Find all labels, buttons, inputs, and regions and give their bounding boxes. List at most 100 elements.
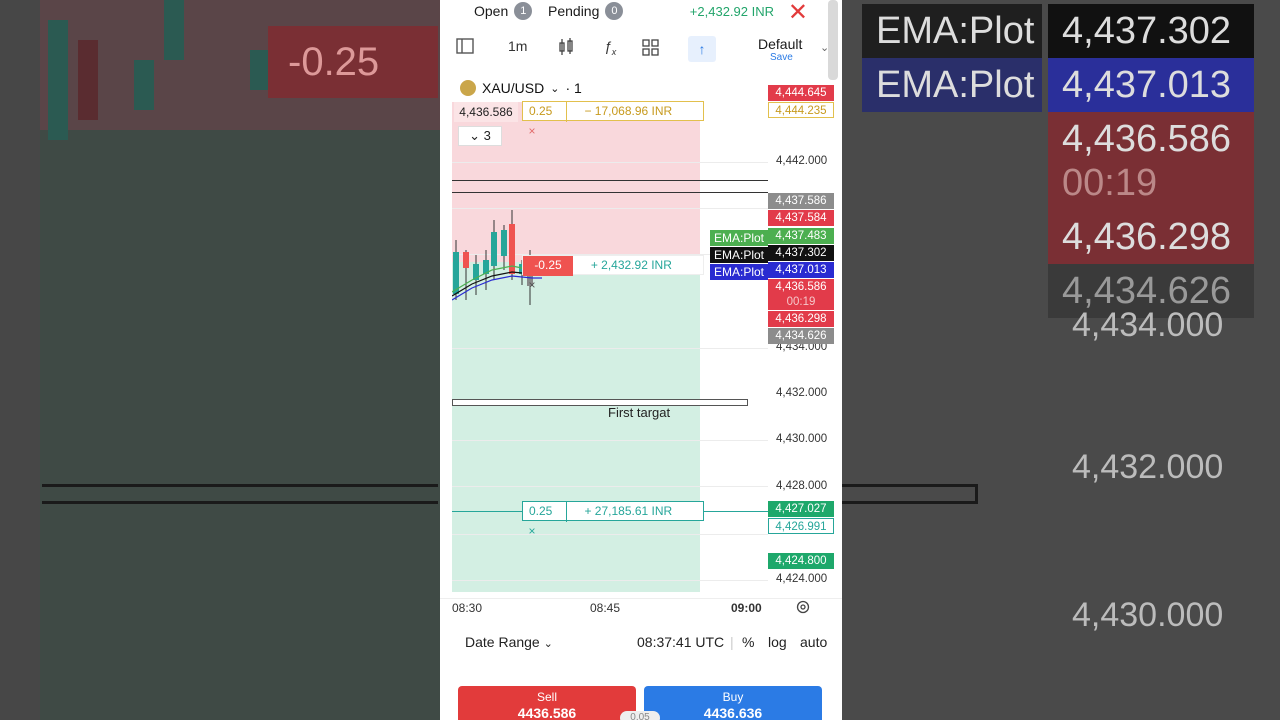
indicators-collapse[interactable]: ⌄ 3 (458, 126, 502, 146)
sell-button[interactable]: Sell 4436.586 (458, 686, 636, 720)
time-axis[interactable]: 08:30 08:45 09:00 (440, 598, 842, 622)
price-tag: 4,437.586 (768, 193, 834, 209)
last-price-tag: 4,436.586 (454, 102, 518, 122)
high-price-tag: 4,444.645 (768, 85, 834, 101)
price-axis[interactable]: 4,442.000 4,434.000 4,432.000 4,430.000 … (768, 80, 834, 600)
ema-price-tag: 4,437.483 (768, 228, 834, 244)
pending-count-badge: 0 (605, 2, 624, 20)
background-left-panel: -0.25 (0, 0, 440, 720)
close-icon[interactable]: ✕ (788, 0, 808, 27)
tp-qty: 0.25 (523, 502, 567, 522)
positions-bar: Open 1 Pending 0 +2,432.92 INR ✕ (440, 0, 842, 26)
price-tag: 4,436.298 (768, 311, 834, 327)
bg-axis-value: 4,434.000 (1072, 306, 1224, 344)
symbol-interval: · 1 (565, 80, 582, 96)
gold-coin-icon (460, 80, 476, 96)
horizontal-line[interactable] (452, 192, 768, 193)
indicators-icon[interactable]: ƒx (604, 38, 616, 57)
current-price-tag: 4,436.586 (768, 279, 834, 295)
ema-label: EMA:Plot (710, 264, 769, 280)
time-label: 08:30 (452, 601, 483, 615)
countdown-tag: 00:19 (768, 294, 834, 310)
log-toggle[interactable]: log (768, 634, 787, 650)
layout-name[interactable]: Default (758, 36, 802, 52)
stop-qty: 0.25 (523, 102, 567, 122)
arrow-up-icon[interactable]: ↑ (688, 36, 716, 62)
horizontal-line[interactable] (452, 180, 768, 181)
price-tag: 4,434.626 (768, 328, 834, 344)
spread-badge: 0.05 (620, 711, 660, 720)
symbol-name: XAU/USD (482, 80, 545, 96)
sidebar-toggle-icon[interactable] (456, 38, 474, 57)
tab-pending[interactable]: Pending 0 (548, 2, 624, 20)
take-profit-order[interactable]: 0.25 + 27,185.61 INR × (522, 501, 704, 538)
time-label: 09:00 (731, 601, 762, 615)
bg-ema-label: EMA:Plot (862, 58, 1042, 112)
bg-axis-value: 4,432.000 (1072, 448, 1224, 486)
bg-price-pill: 4,437.013 (1048, 58, 1254, 112)
chevron-down-icon: ⌄ (469, 128, 481, 143)
tab-open[interactable]: Open 1 (474, 2, 533, 20)
stop-loss-order[interactable]: 0.25 − 17,068.96 INR × (522, 101, 704, 138)
total-pnl: +2,432.92 INR (689, 4, 774, 19)
tp-outline-tag: 4,426.991 (768, 518, 834, 534)
bg-candle (250, 50, 270, 90)
bg-candle (48, 20, 68, 140)
open-count-badge: 1 (514, 2, 533, 20)
bg-price-pill: 4,437.302 (1048, 4, 1254, 58)
price-tag: 4,437.584 (768, 210, 834, 226)
tp-amount: + 27,185.61 INR (584, 504, 673, 518)
symbol-selector[interactable]: XAU/USD ⌄ · 1 (460, 80, 582, 96)
axis-value: 4,430.000 (776, 433, 828, 445)
close-icon[interactable]: × (523, 522, 541, 542)
close-icon[interactable]: × (523, 276, 541, 296)
chart-bottom-toolbar: Date Range ⌄ 08:37:41 UTC | % log auto (465, 634, 828, 650)
bg-countdown: 00:19 (1048, 156, 1254, 210)
stop-price-tag: 4,444.235 (768, 102, 834, 118)
timeframe-button[interactable]: 1m (508, 38, 527, 54)
chart-toolbar: 1m ƒx ↑ Default Save ⌄ (440, 32, 830, 68)
save-layout-link[interactable]: Save (770, 52, 793, 63)
candles-icon[interactable] (558, 38, 574, 59)
low-price-tag: 4,424.800 (768, 553, 834, 569)
time-label: 08:45 (590, 601, 621, 615)
chevron-down-icon: ⌄ (550, 82, 560, 95)
chevron-down-icon[interactable]: ⌄ (820, 41, 829, 54)
take-profit-zone (452, 262, 700, 592)
bg-candle (134, 60, 154, 110)
position-amount: + 2,432.92 INR (590, 258, 672, 272)
auto-toggle[interactable]: auto (800, 634, 827, 650)
chevron-down-icon: ⌄ (543, 638, 553, 650)
bg-position-badge: -0.25 (268, 26, 438, 98)
axis-value: 4,424.000 (776, 573, 828, 585)
axis-value: 4,442.000 (776, 155, 828, 167)
ema-price-tag: 4,437.013 (768, 262, 834, 278)
bg-ema-label: EMA:Plot (862, 4, 1042, 58)
buy-button[interactable]: Buy 4436.636 (644, 686, 822, 720)
date-range-button[interactable]: Date Range ⌄ (465, 634, 553, 650)
ema-label: EMA:Plot (710, 247, 769, 263)
position-order[interactable]: -0.25 + 2,432.92 INR × (522, 255, 704, 292)
close-icon[interactable]: × (523, 122, 541, 142)
clock-utc[interactable]: 08:37:41 UTC (637, 634, 724, 650)
axis-value: 4,428.000 (776, 480, 828, 492)
background-right-panel: EMA:Plot 4,437.302 EMA:Plot 4,437.013 4,… (842, 0, 1280, 720)
axis-value: 4,432.000 (776, 387, 828, 399)
stop-amount: − 17,068.96 INR (584, 104, 673, 118)
settings-icon[interactable] (796, 600, 810, 617)
buy-price: 4436.636 (703, 705, 763, 720)
layouts-icon[interactable] (642, 38, 660, 59)
price-chart[interactable]: First targat 0.25 − 17,068.96 INR × -0.2… (452, 80, 769, 600)
percent-toggle[interactable]: % (742, 634, 754, 650)
bg-price-pill: 4,436.298 (1048, 210, 1254, 264)
bg-candle (78, 40, 98, 120)
sell-price: 4436.586 (517, 705, 577, 720)
tp-price-tag: 4,427.027 (768, 501, 834, 517)
trading-app: Open 1 Pending 0 +2,432.92 INR ✕ 1m ƒx ↑… (440, 0, 842, 720)
position-qty: -0.25 (523, 256, 573, 276)
ema-price-tag: 4,437.302 (768, 245, 834, 261)
ema-label: EMA:Plot (710, 230, 769, 246)
bg-axis-value: 4,430.000 (1072, 596, 1224, 634)
first-target-line[interactable] (452, 399, 748, 406)
bg-candle (164, 0, 184, 60)
